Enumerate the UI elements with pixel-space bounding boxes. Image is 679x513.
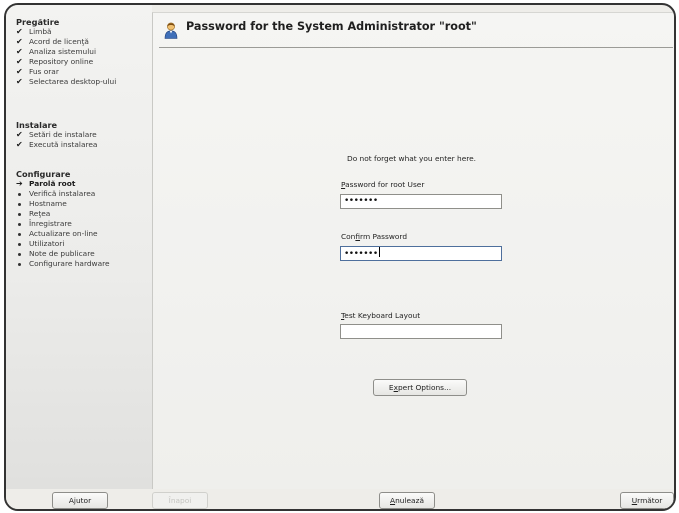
check-icon: ✔ bbox=[16, 27, 23, 36]
back-button[interactable]: Înapoi bbox=[152, 492, 208, 509]
title-divider bbox=[159, 47, 673, 48]
sidebar-item-perform-install: ✔ Execută instalarea bbox=[16, 140, 98, 149]
sidebar-item-root-password: ➔ Parolă root bbox=[16, 179, 76, 188]
sidebar-item-desktop-selection: ✔ Selectarea desktop-ului bbox=[16, 77, 117, 86]
sidebar-item-hostname: Hostname bbox=[16, 199, 110, 209]
bullet-icon bbox=[18, 223, 21, 226]
check-icon: ✔ bbox=[16, 130, 23, 139]
sidebar-heading: Instalare bbox=[16, 120, 58, 130]
bullet-icon bbox=[18, 193, 21, 196]
sidebar-item-online-update: Actualizare on-line bbox=[16, 229, 110, 239]
sidebar-item-license: ✔ Acord de licenţă bbox=[16, 37, 89, 46]
confirm-password-label: Confirm Password bbox=[341, 232, 408, 241]
root-password-field[interactable]: ••••••• bbox=[340, 194, 502, 209]
sidebar-item-hardware-config: Configurare hardware bbox=[16, 259, 110, 269]
text-caret bbox=[378, 247, 380, 257]
sidebar-heading: Configurare bbox=[16, 169, 71, 179]
sidebar-heading: Pregătire bbox=[16, 17, 60, 27]
check-icon: ✔ bbox=[16, 67, 23, 76]
help-button[interactable]: Ajutor bbox=[52, 492, 108, 509]
check-icon: ✔ bbox=[16, 77, 23, 86]
sidebar-item-network: Reţea bbox=[16, 209, 110, 219]
confirm-password-field[interactable]: ••••••• bbox=[340, 246, 502, 261]
sidebar-item-system-analysis: ✔ Analiza sistemului bbox=[16, 47, 97, 56]
sidebar-section-installation: Instalare ✔ Setări de instalare ✔ Execută … bbox=[16, 120, 97, 150]
keyboard-test-field[interactable] bbox=[340, 324, 502, 339]
next-button[interactable]: Următor bbox=[620, 492, 674, 509]
check-icon: ✔ bbox=[16, 47, 23, 56]
sidebar-item-check-install: Verifică instalarea bbox=[16, 189, 110, 199]
abort-button[interactable]: Anulează bbox=[379, 492, 435, 509]
check-icon: ✔ bbox=[16, 140, 23, 149]
user-admin-icon bbox=[164, 22, 178, 39]
sidebar-item-timezone: ✔ Fus orar bbox=[16, 67, 59, 76]
sidebar-item-language: ✔ Limbă bbox=[16, 27, 52, 36]
bullet-icon bbox=[18, 213, 21, 216]
installer-window: Pregătire ✔ Limbă ✔ Acord de licenţă ✔ Anal… bbox=[4, 3, 676, 511]
expert-options-button[interactable]: Expert Options... bbox=[373, 379, 467, 396]
steps-sidebar: Pregătire ✔ Limbă ✔ Acord de licenţă ✔ Anal… bbox=[6, 5, 152, 489]
sidebar-section-configuration: Configurare ➔ Parolă root Verifică instal… bbox=[16, 169, 110, 269]
sidebar-item-registration: Înregistrare bbox=[16, 219, 110, 229]
bullet-icon bbox=[18, 203, 21, 206]
sidebar-item-release-notes: Note de publicare bbox=[16, 249, 110, 259]
sidebar-item-online-repository: ✔ Repository online bbox=[16, 57, 94, 66]
bullet-icon bbox=[18, 243, 21, 246]
bullet-icon bbox=[18, 233, 21, 236]
sidebar-item-install-settings: ✔ Setări de instalare bbox=[16, 130, 97, 139]
bullet-icon bbox=[18, 253, 21, 256]
root-password-label: Password for root User bbox=[341, 180, 425, 189]
sidebar-item-users: Utilizatori bbox=[16, 239, 110, 249]
page-title: Password for the System Administrator "r… bbox=[186, 20, 477, 33]
main-panel: Password for the System Administrator "r… bbox=[152, 12, 674, 489]
keyboard-test-label: Test Keyboard Layout bbox=[341, 311, 421, 320]
check-icon: ✔ bbox=[16, 57, 23, 66]
button-bar: Ajutor Înapoi Anulează Următor bbox=[6, 489, 674, 509]
bullet-icon bbox=[18, 263, 21, 266]
sidebar-section-preparation: Pregătire ✔ Limbă ✔ Acord de licenţă ✔ Anal… bbox=[16, 17, 116, 87]
check-icon: ✔ bbox=[16, 37, 23, 46]
password-warning-text: Do not forget what you enter here. bbox=[347, 154, 477, 163]
arrow-right-icon: ➔ bbox=[16, 179, 23, 188]
